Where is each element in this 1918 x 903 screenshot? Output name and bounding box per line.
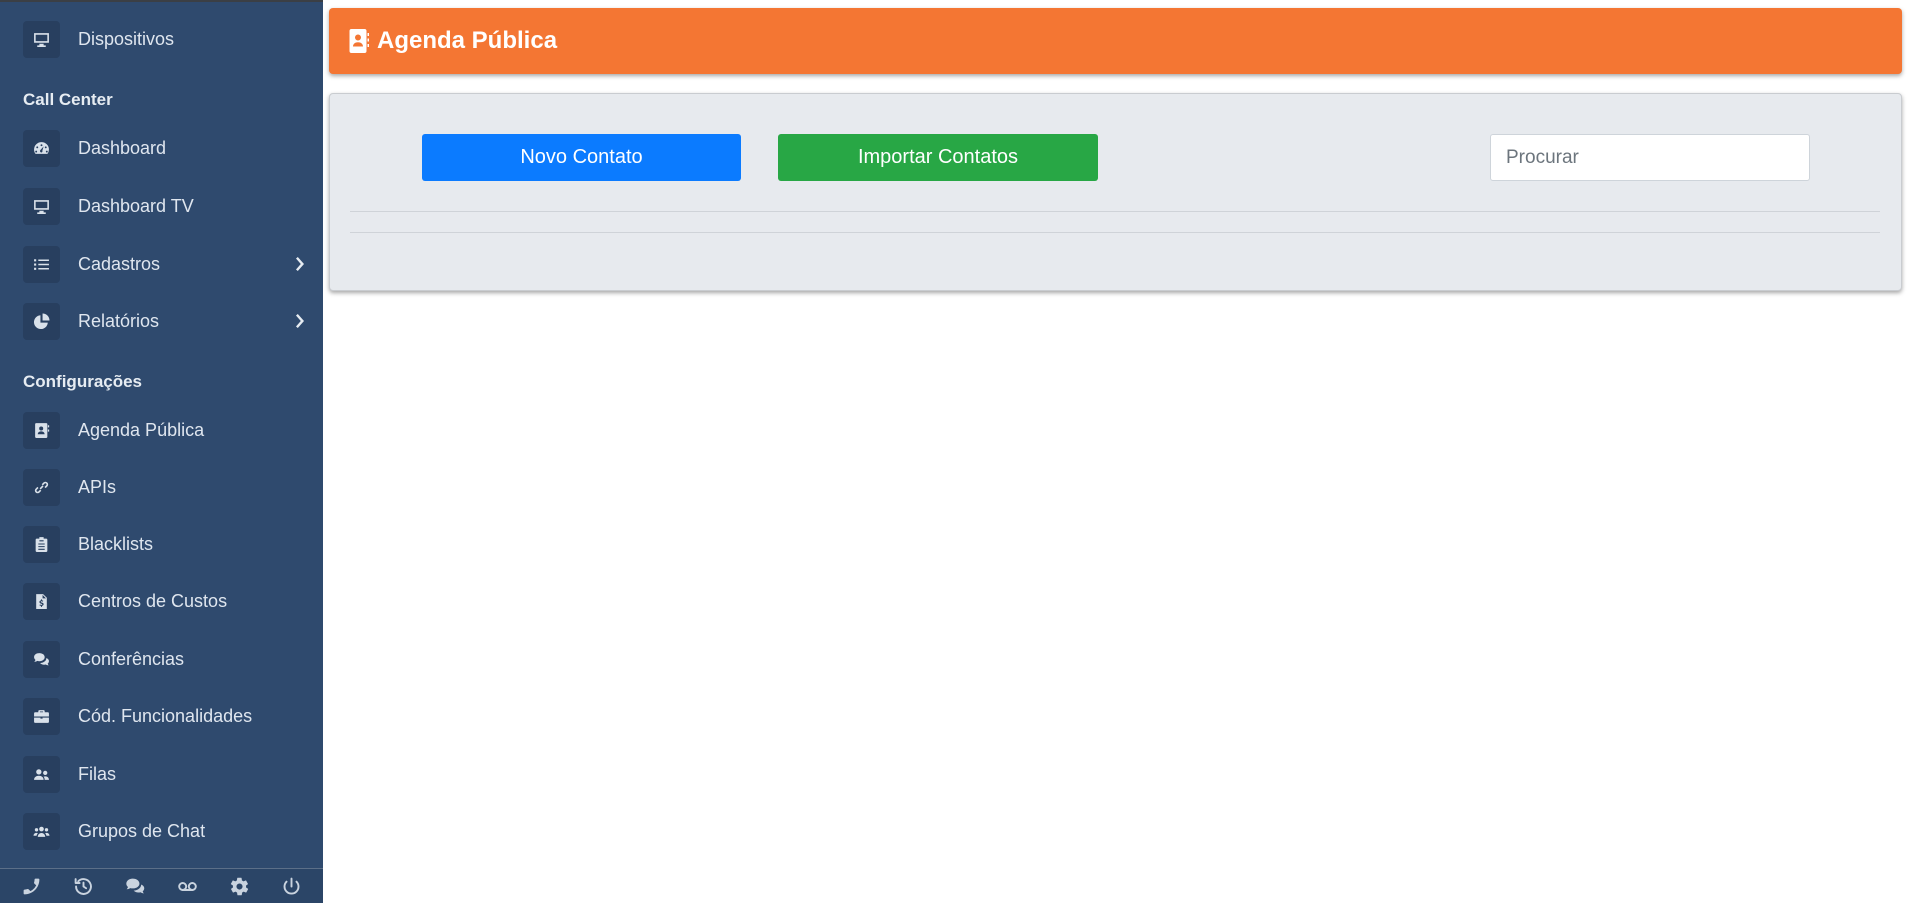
sidebar-item-label: Dispositivos — [78, 28, 175, 49]
page-title: Agenda Pública — [377, 27, 558, 54]
sidebar-item-label: Centros de Custos — [78, 590, 228, 611]
sidebar-item-label: Blacklists — [78, 533, 154, 554]
power-icon[interactable] — [276, 871, 306, 901]
sidebar-item-cod-funcionalidades[interactable]: Cód. Funcionalidades — [0, 690, 323, 742]
list-icon — [23, 245, 60, 283]
users-icon — [23, 812, 60, 850]
briefcase-icon — [23, 697, 60, 735]
sidebar-item-grupos-de-chat[interactable]: Grupos de Chat — [0, 805, 323, 857]
history-icon[interactable] — [69, 871, 99, 901]
sidebar-item-cadastros[interactable]: Cadastros — [0, 238, 323, 290]
comments-icon — [23, 640, 60, 678]
chevron-right-icon — [293, 257, 305, 271]
sidebar-item-relatorios[interactable]: Relatórios — [0, 295, 323, 347]
address-book-icon — [23, 411, 60, 449]
gear-icon[interactable] — [224, 871, 254, 901]
search-input[interactable] — [1490, 134, 1810, 181]
sidebar: Dispositivos Call Center Dashboard Dashb… — [0, 0, 323, 903]
divider — [350, 232, 1880, 233]
address-book-icon — [349, 29, 369, 53]
sidebar-item-label: APIs — [78, 476, 117, 497]
link-icon — [23, 468, 60, 506]
monitor-icon — [23, 20, 60, 58]
pie-chart-icon — [23, 302, 60, 340]
sidebar-item-label: Cód. Funcionalidades — [78, 705, 253, 726]
page-header: Agenda Pública — [329, 8, 1902, 74]
sidebar-item-label: Dashboard TV — [78, 195, 194, 216]
sidebar-item-centros-de-custos[interactable]: Centros de Custos — [0, 575, 323, 627]
sidebar-bottom-bar — [0, 868, 323, 903]
sidebar-item-label: Filas — [78, 763, 117, 784]
monitor-icon — [23, 187, 60, 225]
tachometer-icon — [23, 129, 60, 167]
sidebar-item-label: Conferências — [78, 648, 185, 669]
import-contacts-button[interactable]: Importar Contatos — [778, 134, 1098, 181]
invoice-dollar-icon — [23, 582, 60, 620]
sidebar-item-blacklists[interactable]: Blacklists — [0, 518, 323, 570]
section-title-call-center: Call Center — [23, 90, 113, 109]
new-contact-button[interactable]: Novo Contato — [422, 134, 741, 181]
clipboard-icon — [23, 525, 60, 563]
sidebar-item-label: Relatórios — [78, 310, 160, 331]
contacts-panel: Novo Contato Importar Contatos — [329, 93, 1902, 291]
section-title-configuracoes: Configurações — [23, 372, 143, 391]
sidebar-item-label: Grupos de Chat — [78, 820, 206, 841]
voicemail-icon[interactable] — [172, 871, 202, 901]
sidebar-item-label: Cadastros — [78, 253, 161, 274]
user-friends-icon — [23, 755, 60, 793]
sidebar-item-filas[interactable]: Filas — [0, 748, 323, 800]
comments-icon[interactable] — [121, 871, 151, 901]
sidebar-item-dashboard-tv[interactable]: Dashboard TV — [0, 180, 323, 232]
sidebar-item-dispositivos[interactable]: Dispositivos — [0, 13, 323, 65]
sidebar-item-label: Dashboard — [78, 137, 167, 158]
phone-icon[interactable] — [17, 871, 47, 901]
divider — [350, 211, 1880, 212]
sidebar-item-label: Agenda Pública — [78, 419, 205, 440]
sidebar-item-agenda-publica[interactable]: Agenda Pública — [0, 404, 323, 456]
chevron-right-icon — [293, 314, 305, 328]
sidebar-item-conferencias[interactable]: Conferências — [0, 633, 323, 685]
sidebar-item-apis[interactable]: APIs — [0, 461, 323, 513]
sidebar-item-dashboard[interactable]: Dashboard — [0, 122, 323, 174]
